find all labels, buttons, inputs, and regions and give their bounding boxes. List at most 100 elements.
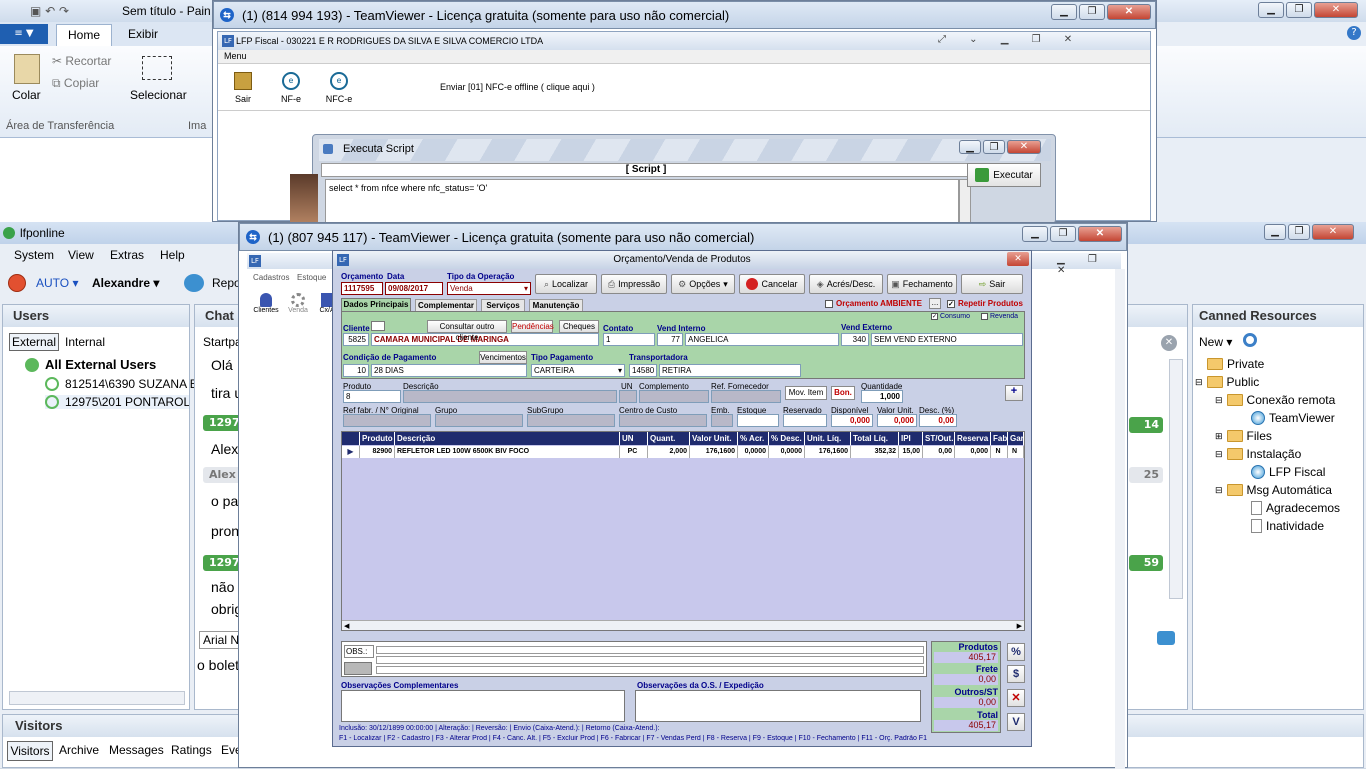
repetir-produtos-checkbox[interactable]: ✓ Repetir Produtos <box>947 299 1023 308</box>
col-ipi[interactable]: IPI <box>899 432 923 445</box>
produto-field[interactable]: 8 <box>343 390 401 403</box>
canned-new-button[interactable]: New ▾ <box>1199 335 1232 349</box>
tab-complementar[interactable]: Complementar <box>415 299 477 311</box>
close-icon[interactable]: ✕ <box>1007 140 1041 154</box>
expand-icon[interactable]: ⊞ <box>1215 431 1223 442</box>
col-descricao[interactable]: Descrição <box>395 432 620 445</box>
obs-field-2[interactable] <box>376 656 924 664</box>
tree-conexao-remota[interactable]: ⊟ Conexão remota <box>1215 393 1335 407</box>
localizar-button[interactable]: ⌕ Localizar <box>535 274 597 294</box>
search-icon[interactable] <box>1243 333 1257 347</box>
data-field[interactable]: 09/08/2017 <box>385 282 443 295</box>
send-icon[interactable] <box>1157 631 1175 645</box>
tipo-pagamento-select[interactable]: CARTEIRA ▾ <box>531 364 625 377</box>
lfp-offline-message[interactable]: Enviar [01] NFC-e offline ( clique aqui … <box>440 82 595 92</box>
collapse-icon[interactable]: ⊟ <box>1195 377 1203 388</box>
percent-button[interactable]: % <box>1007 643 1025 661</box>
menu-extras[interactable]: Extras <box>110 248 144 262</box>
cut-button[interactable]: ✂ Recortar <box>52 54 111 68</box>
col-desc[interactable]: % Desc. <box>769 432 805 445</box>
dollar-button[interactable]: $ <box>1007 665 1025 683</box>
cliente-code-field[interactable]: 5825 <box>343 333 369 346</box>
tab-internal[interactable]: Internal <box>65 335 105 349</box>
script-editor[interactable]: select * from nfce where nfc_status= 'O' <box>325 179 959 223</box>
col-gar[interactable]: Gar <box>1008 432 1024 445</box>
chat-start-tab[interactable]: Startpa <box>203 335 242 349</box>
collapse-icon[interactable]: ⊟ <box>1215 449 1223 460</box>
col-valor-unit[interactable]: Valor Unit. <box>690 432 738 445</box>
operator-dropdown[interactable]: Alexandre ▾ <box>92 276 159 290</box>
help-icon[interactable]: ? <box>1347 26 1361 40</box>
obs-field-1[interactable] <box>376 646 924 654</box>
paste-button[interactable]: Colar <box>12 88 41 102</box>
tree-lfp-fiscal[interactable]: LFP Fiscal <box>1251 465 1325 479</box>
cliente-toggle[interactable] <box>371 321 385 331</box>
tab-messages[interactable]: Messages <box>109 743 164 757</box>
vend-interno-name[interactable]: ANGELICA <box>685 333 839 346</box>
minimize-icon[interactable]: ▁ <box>1051 4 1077 20</box>
obs-field-3[interactable] <box>376 666 924 674</box>
vend-externo-name[interactable]: SEM VEND EXTERNO <box>871 333 1023 346</box>
paint-file-button[interactable]: ≡ ▼ <box>0 24 48 44</box>
tree-inatividade[interactable]: Inatividade <box>1251 519 1324 533</box>
cliente-name-field[interactable]: CAMARA MUNICIPAL DE MARINGA <box>371 333 599 346</box>
vend-externo-code[interactable]: 340 <box>841 333 869 346</box>
cond-pagamento-code[interactable]: 10 <box>343 364 369 377</box>
tab-ratings[interactable]: Ratings <box>171 743 212 757</box>
cheques-button[interactable]: Cheques <box>559 320 599 333</box>
col-produto[interactable]: Produto <box>360 432 395 445</box>
menu-help[interactable]: Help <box>160 248 185 262</box>
maximize-icon[interactable]: ❐ <box>1050 226 1076 242</box>
lfp-sair-tool[interactable]: Sair <box>230 72 256 104</box>
scroll-right-icon[interactable]: ▶ <box>1017 621 1022 631</box>
consumo-checkbox[interactable]: ✓ Consumo <box>931 313 970 320</box>
col-unit-liq[interactable]: Unit. Líq. <box>805 432 851 445</box>
quantidade-field[interactable]: 1,000 <box>861 390 903 403</box>
obs-complementares-field[interactable] <box>341 690 625 722</box>
sair-button[interactable]: ⇨ Sair <box>961 274 1023 294</box>
maximize-icon[interactable]: ❐ <box>1286 2 1312 18</box>
tab-servicos[interactable]: Serviços <box>481 299 525 311</box>
fechamento-button[interactable]: ▣ Fechamento <box>887 274 957 294</box>
orc-ambiente-checkbox[interactable]: Orçamento AMBIENTE <box>825 299 922 308</box>
execute-button[interactable]: Executar <box>967 163 1041 187</box>
menu-system[interactable]: System <box>14 248 54 262</box>
grid-hscrollbar[interactable]: ◀ ▶ <box>342 620 1024 630</box>
remove-button[interactable]: ✕ <box>1007 689 1025 707</box>
tab-cadastros[interactable]: Cadastros <box>253 273 289 282</box>
add-item-button[interactable]: + <box>1005 385 1023 401</box>
minimize-icon[interactable]: ▁ <box>1258 2 1284 18</box>
contato-field[interactable]: 1 <box>603 333 655 346</box>
cancelar-button[interactable]: Cancelar <box>739 274 805 294</box>
obs-os-field[interactable] <box>635 690 921 722</box>
opcoes-button[interactable]: ⚙ Opções ▾ <box>671 274 735 294</box>
mov-item-button[interactable]: Mov. Item <box>785 386 827 400</box>
close-icon[interactable]: ✕ <box>1314 2 1358 18</box>
col-reserva[interactable]: Reserva <box>955 432 991 445</box>
chat-font-select[interactable]: Arial N <box>199 631 243 649</box>
users-hscrollbar[interactable] <box>9 691 185 705</box>
close-icon[interactable]: ✕ <box>1312 224 1354 240</box>
venda-tool[interactable]: Venda <box>285 293 311 314</box>
col-quant[interactable]: Quant. <box>648 432 690 445</box>
vend-interno-code[interactable]: 77 <box>657 333 683 346</box>
tab-archive[interactable]: Archive <box>59 743 99 757</box>
transportadora-name[interactable]: RETIRA <box>659 364 801 377</box>
tab-estoque[interactable]: Estoque <box>297 273 326 282</box>
lfp-nfe-tool[interactable]: e NF-e <box>278 72 304 104</box>
orc-close-button[interactable]: ✕ <box>1007 252 1029 266</box>
transportadora-code[interactable]: 14580 <box>629 364 657 377</box>
orcamento-field[interactable]: 1117595 <box>341 282 383 295</box>
user-item[interactable]: 12975\201 PONTAROLO <box>45 395 189 409</box>
bonificacao-button[interactable]: Bon. <box>831 386 855 400</box>
valor-unit-field[interactable]: 0,000 <box>877 414 917 427</box>
menu-view[interactable]: View <box>68 248 94 262</box>
desc-field[interactable]: 0,00 <box>919 414 957 427</box>
close-icon[interactable]: ✕ <box>1107 4 1151 20</box>
minimize-icon[interactable]: ▁ <box>1022 226 1048 242</box>
ambiente-lookup-button[interactable]: ... <box>929 298 941 309</box>
confirm-button[interactable]: V <box>1007 713 1025 731</box>
tree-instalacao[interactable]: ⊟ Instalação <box>1215 447 1301 461</box>
tab-visitors[interactable]: Visitors <box>7 741 53 761</box>
user-item[interactable]: 812514\6390 SUZANA E <box>45 377 198 391</box>
